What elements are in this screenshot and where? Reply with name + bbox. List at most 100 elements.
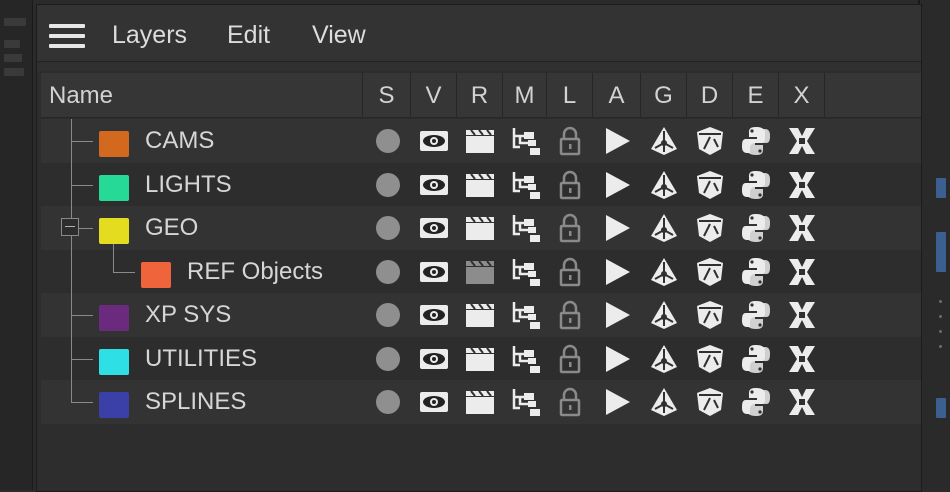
layer-name[interactable]: CAMS [145, 127, 214, 155]
animation-play-icon[interactable] [594, 337, 640, 381]
python-expression-icon[interactable] [733, 163, 779, 207]
column-header-view[interactable]: V [411, 73, 457, 117]
render-clapboard-icon[interactable] [457, 380, 503, 424]
render-clapboard-icon[interactable] [457, 206, 503, 250]
layer-color-swatch[interactable] [99, 218, 129, 244]
layer-name[interactable]: SPLINES [145, 388, 246, 416]
side-panel-control[interactable] [4, 40, 20, 48]
render-clapboard-icon[interactable] [457, 250, 503, 294]
animation-play-icon[interactable] [594, 163, 640, 207]
manager-hierarchy-icon[interactable] [503, 380, 549, 424]
generator-icon[interactable] [641, 293, 687, 337]
deformer-icon[interactable] [687, 380, 733, 424]
render-clapboard-icon[interactable] [457, 293, 503, 337]
layer-name[interactable]: REF Objects [187, 258, 323, 286]
visibility-eye-icon[interactable] [411, 250, 457, 294]
xref-icon[interactable] [779, 206, 825, 250]
column-header-render[interactable]: R [457, 73, 503, 117]
layer-row[interactable]: LIGHTS [41, 162, 921, 207]
collapse-toggle-icon[interactable] [61, 218, 79, 236]
layer-color-swatch[interactable] [141, 261, 171, 288]
layer-row[interactable]: XP SYS [41, 293, 921, 337]
manager-hierarchy-icon[interactable] [503, 250, 549, 294]
lock-icon[interactable] [547, 293, 593, 337]
layer-name[interactable]: UTILITIES [145, 345, 257, 373]
visibility-eye-icon[interactable] [411, 337, 457, 381]
visibility-eye-icon[interactable] [411, 293, 457, 337]
xref-icon[interactable] [779, 250, 825, 294]
lock-icon[interactable] [547, 337, 593, 381]
layer-color-swatch[interactable] [99, 131, 129, 157]
lock-icon[interactable] [547, 163, 593, 207]
xref-icon[interactable] [779, 163, 825, 207]
generator-icon[interactable] [641, 163, 687, 207]
menu-layers[interactable]: Layers [112, 21, 187, 50]
column-header-locked[interactable]: L [547, 73, 593, 117]
python-expression-icon[interactable] [733, 293, 779, 337]
hamburger-menu-icon[interactable] [49, 24, 87, 50]
layer-row[interactable]: CAMS [41, 119, 921, 163]
animation-play-icon[interactable] [594, 119, 640, 163]
menu-edit[interactable]: Edit [227, 21, 270, 50]
manager-hierarchy-icon[interactable] [503, 337, 549, 381]
python-expression-icon[interactable] [733, 206, 779, 250]
deformer-icon[interactable] [687, 293, 733, 337]
animation-play-icon[interactable] [594, 206, 640, 250]
solo-dot-icon[interactable] [365, 380, 411, 424]
animation-play-icon[interactable] [594, 380, 640, 424]
animation-play-icon[interactable] [594, 250, 640, 294]
solo-dot-icon[interactable] [365, 163, 411, 207]
layer-color-swatch[interactable] [99, 348, 129, 375]
animation-play-icon[interactable] [594, 293, 640, 337]
layer-name[interactable]: XP SYS [145, 301, 231, 329]
column-header-generators[interactable]: G [641, 73, 687, 117]
layer-name[interactable]: LIGHTS [145, 171, 232, 199]
deformer-icon[interactable] [687, 163, 733, 207]
side-panel-control[interactable] [4, 18, 26, 26]
python-expression-icon[interactable] [733, 380, 779, 424]
generator-icon[interactable] [641, 337, 687, 381]
python-expression-icon[interactable] [733, 119, 779, 163]
generator-icon[interactable] [641, 206, 687, 250]
layer-row[interactable]: SPLINES [41, 380, 921, 424]
solo-dot-icon[interactable] [365, 293, 411, 337]
column-header-animation[interactable]: A [593, 73, 641, 117]
menu-view[interactable]: View [312, 21, 366, 50]
render-clapboard-icon[interactable] [457, 163, 503, 207]
layer-name[interactable]: GEO [145, 214, 198, 242]
deformer-icon[interactable] [687, 337, 733, 381]
solo-dot-icon[interactable] [365, 119, 411, 163]
generator-icon[interactable] [641, 119, 687, 163]
column-header-deformers[interactable]: D [687, 73, 733, 117]
column-header-solo[interactable]: S [363, 73, 411, 117]
manager-hierarchy-icon[interactable] [503, 206, 549, 250]
python-expression-icon[interactable] [733, 337, 779, 381]
generator-icon[interactable] [641, 380, 687, 424]
layer-color-swatch[interactable] [99, 305, 129, 331]
side-panel-control[interactable] [4, 54, 22, 62]
manager-hierarchy-icon[interactable] [503, 119, 549, 163]
lock-icon[interactable] [547, 380, 593, 424]
side-panel-control[interactable] [4, 68, 24, 76]
visibility-eye-icon[interactable] [411, 380, 457, 424]
visibility-eye-icon[interactable] [411, 206, 457, 250]
xref-icon[interactable] [779, 337, 825, 381]
layer-color-swatch[interactable] [99, 174, 129, 201]
column-header-expressions[interactable]: E [733, 73, 779, 117]
layer-row[interactable]: GEO [41, 206, 921, 250]
manager-hierarchy-icon[interactable] [503, 163, 549, 207]
visibility-eye-icon[interactable] [411, 163, 457, 207]
render-clapboard-icon[interactable] [457, 119, 503, 163]
generator-icon[interactable] [641, 250, 687, 294]
python-expression-icon[interactable] [733, 250, 779, 294]
column-header-name[interactable]: Name [41, 73, 363, 117]
lock-icon[interactable] [547, 250, 593, 294]
render-clapboard-icon[interactable] [457, 337, 503, 381]
layer-color-swatch[interactable] [99, 392, 129, 418]
lock-icon[interactable] [547, 119, 593, 163]
column-header-manager[interactable]: M [503, 73, 547, 117]
deformer-icon[interactable] [687, 119, 733, 163]
xref-icon[interactable] [779, 119, 825, 163]
xref-icon[interactable] [779, 293, 825, 337]
solo-dot-icon[interactable] [365, 250, 411, 294]
